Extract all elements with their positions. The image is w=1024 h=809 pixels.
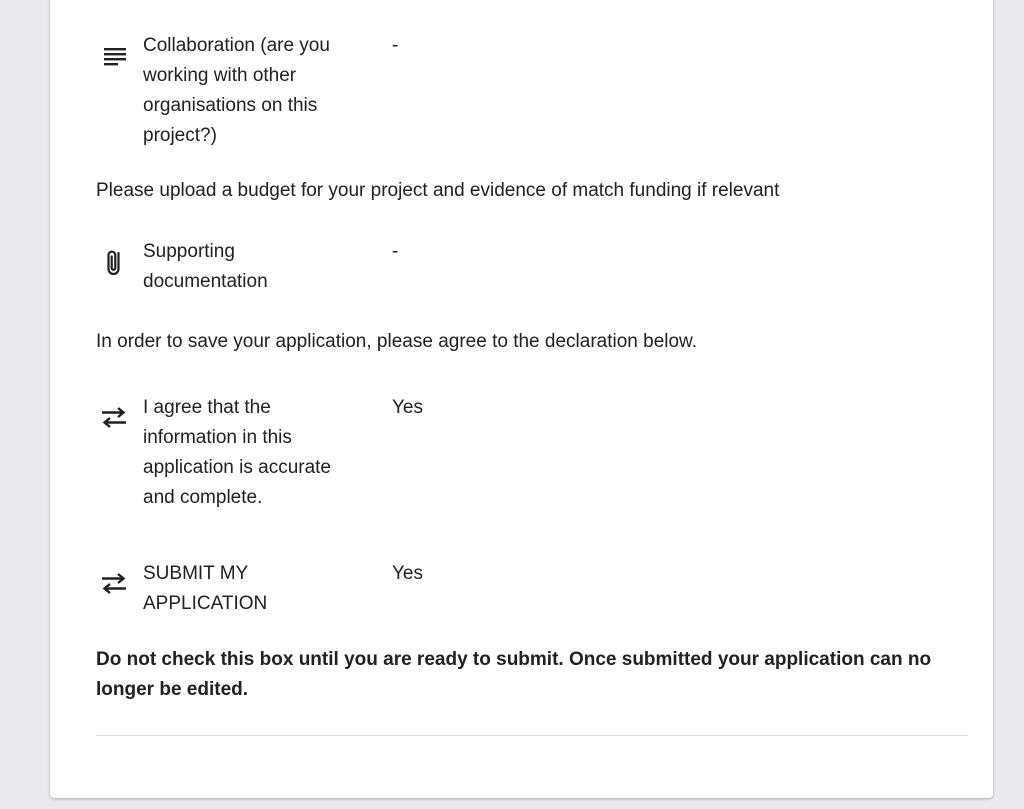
submit-warning: Do not check this box until you are read… [96,649,932,700]
field-value: - [392,35,399,56]
field-value: Yes [392,563,423,584]
budget-instruction: Please upload a budget for your project … [96,180,780,201]
field-label: I agree that the information in this app… [143,397,331,508]
swap-arrows-icon [96,400,132,436]
notes-icon [96,38,132,74]
field-value: - [392,241,399,262]
declaration-instruction: In order to save your application, pleas… [96,331,697,352]
divider [96,735,968,736]
field-label: SUBMIT MY APPLICATION [143,563,268,614]
field-label: Collaboration (are you working with othe… [143,35,330,146]
field-value: Yes [392,397,423,418]
field-label: Supporting documentation [143,241,268,292]
application-summary-card: Collaboration (are you working with othe… [50,0,993,798]
paperclip-icon [96,244,132,280]
swap-arrows-icon [96,566,132,602]
